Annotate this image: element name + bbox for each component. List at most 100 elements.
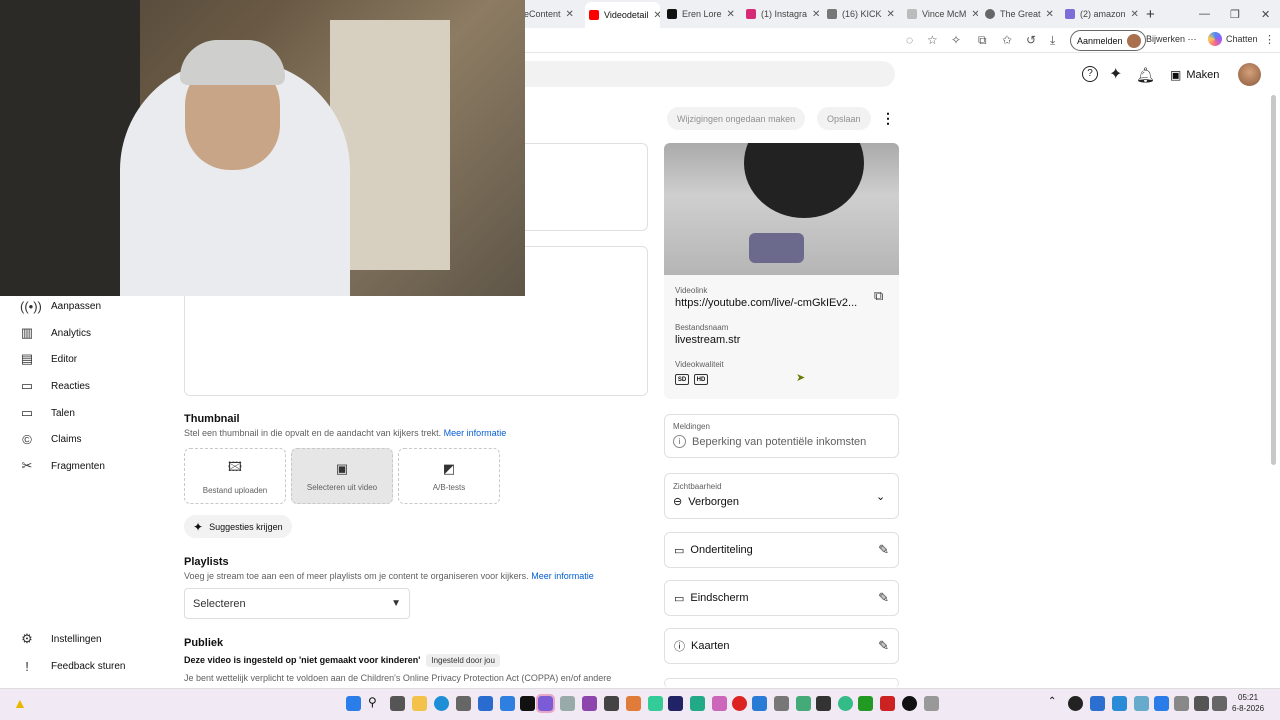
close-icon[interactable]: ✕ — [566, 9, 574, 20]
close-icon[interactable]: ✕ — [887, 9, 895, 20]
get-suggestions-button[interactable]: ✦ Suggesties krijgen — [184, 515, 292, 538]
sign-in-button[interactable]: Aanmelden — [1070, 30, 1146, 51]
kebab-menu-icon[interactable]: ⋮ — [1264, 33, 1275, 46]
more-options-icon[interactable]: ⋮ — [881, 110, 895, 127]
tab-the-great[interactable]: The Great ✕ — [981, 4, 1059, 24]
subtitles-row[interactable]: ▭ Ondertiteling ✎ — [664, 532, 899, 568]
tab-instagram[interactable]: (1) Instagra ✕ — [742, 4, 820, 24]
copy-icon[interactable]: ⧉ — [874, 288, 883, 304]
app-icon[interactable] — [774, 696, 789, 711]
save-button[interactable]: Opslaan — [817, 107, 871, 130]
chrome-icon[interactable] — [838, 696, 853, 711]
vscode-icon[interactable] — [752, 696, 767, 711]
wifi-icon[interactable] — [1194, 696, 1209, 711]
app-icon[interactable] — [500, 696, 515, 711]
notification-app-icon[interactable] — [520, 696, 535, 711]
search-input[interactable] — [500, 61, 895, 87]
thumbnail-learn-more-link[interactable]: Meer informatie — [444, 428, 507, 438]
tab-eren-lore[interactable]: Eren Lore ✕ — [663, 4, 739, 24]
edge-icon[interactable] — [434, 696, 449, 711]
account-avatar[interactable] — [1238, 63, 1261, 86]
tab-videodetail[interactable]: Videodetail ✕ — [585, 2, 660, 28]
nav-item-feedback[interactable]: ! Feedback sturen — [20, 658, 125, 674]
star-icon[interactable]: ☆ — [927, 33, 938, 47]
tray-icon[interactable] — [1134, 696, 1149, 711]
upload-file-button[interactable]: 🖾︎ Bestand uploaden — [184, 448, 286, 504]
extensions-icon[interactable]: ✧ — [951, 33, 961, 47]
minimize-icon[interactable]: — — [1195, 4, 1214, 24]
select-from-video-button[interactable]: ▣ Selecteren uit video — [291, 448, 393, 504]
warning-icon[interactable]: ▲ — [13, 695, 27, 711]
edit-icon[interactable]: ✎ — [878, 542, 889, 558]
nav-item-settings[interactable]: ⚙ Instellingen — [20, 631, 101, 647]
tab-econtent[interactable]: eContent ✕ — [520, 4, 582, 24]
task-view-icon[interactable] — [390, 696, 405, 711]
new-tab-icon[interactable]: + — [1142, 4, 1159, 24]
store-icon[interactable] — [456, 696, 471, 711]
chevron-up-icon[interactable]: ⌃ — [1048, 696, 1056, 707]
maximize-icon[interactable]: ❐ — [1226, 4, 1244, 24]
app-icon[interactable] — [924, 696, 939, 711]
window-close-icon[interactable]: ✕ — [1257, 4, 1274, 24]
microphone-icon[interactable] — [1174, 696, 1189, 711]
ab-tests-button[interactable]: ◩ A/B-tests — [398, 448, 500, 504]
create-button[interactable]: ▣ Maken — [1162, 62, 1227, 87]
close-icon[interactable]: ✕ — [812, 9, 820, 20]
nav-item-clips[interactable]: ✂ Fragmenten — [20, 458, 105, 474]
notifications-icon[interactable]: 🔔︎ — [1136, 66, 1155, 84]
update-button[interactable]: Bijwerken ⋯ — [1146, 34, 1197, 45]
close-icon[interactable]: ✕ — [727, 9, 735, 20]
app-icon[interactable] — [858, 696, 873, 711]
app-icon[interactable] — [560, 696, 575, 711]
playlist-select[interactable]: Selecteren ▼ — [184, 588, 410, 619]
system-clock[interactable]: 05:21 6-8-2026 — [1232, 692, 1264, 714]
search-icon[interactable]: ⚲ — [368, 695, 377, 709]
close-icon[interactable]: ✕ — [971, 9, 978, 20]
video-preview[interactable] — [664, 143, 899, 275]
outlook-icon[interactable] — [478, 696, 493, 711]
download-icon[interactable]: ⤓ — [1050, 33, 1055, 48]
nav-item-languages[interactable]: ▭ Talen — [20, 405, 75, 421]
volume-icon[interactable] — [1212, 696, 1227, 711]
favorites-icon[interactable]: ✩ — [1002, 33, 1012, 47]
app-icon[interactable] — [668, 696, 683, 711]
file-explorer-icon[interactable] — [412, 696, 427, 711]
nav-item-customize[interactable]: ((•)) Aanpassen — [20, 298, 101, 314]
media-icon[interactable] — [902, 696, 917, 711]
edit-icon[interactable]: ✎ — [878, 638, 889, 654]
app-icon[interactable] — [604, 696, 619, 711]
app-icon[interactable] — [582, 696, 597, 711]
nav-item-claims[interactable]: © Claims — [20, 431, 81, 447]
tray-icon[interactable] — [1090, 696, 1105, 711]
chat-button[interactable]: Chatten — [1208, 32, 1258, 46]
app-icon[interactable] — [648, 696, 663, 711]
notice-item[interactable]: i Beperking van potentiële inkomsten — [673, 435, 866, 448]
app-icon[interactable] — [816, 696, 831, 711]
chevron-down-icon[interactable]: ⌄ — [876, 490, 885, 503]
bluetooth-icon[interactable] — [1154, 696, 1169, 711]
pdf-icon[interactable] — [880, 696, 895, 711]
undo-changes-button[interactable]: Wijzigingen ongedaan maken — [667, 107, 806, 130]
history-icon[interactable]: ↺ — [1026, 33, 1036, 47]
tray-icon[interactable] — [1068, 696, 1083, 711]
nav-item-comments[interactable]: ▭ Reacties — [20, 378, 90, 394]
help-icon[interactable]: ? — [1082, 66, 1098, 82]
scrollbar[interactable] — [1271, 95, 1276, 465]
app-icon[interactable] — [626, 696, 641, 711]
tab-kick[interactable]: (16) KICK ✕ — [823, 4, 901, 24]
cards-row[interactable]: ⓘ Kaarten ✎ — [664, 628, 899, 664]
start-icon[interactable] — [346, 696, 361, 711]
opera-icon[interactable] — [732, 696, 747, 711]
close-icon[interactable]: ✕ — [1131, 9, 1139, 20]
tab-vince[interactable]: Vince McM ✕ — [903, 4, 978, 24]
endscreen-row[interactable]: ▭ Eindscherm ✎ — [664, 580, 899, 616]
close-icon[interactable]: ✕ — [653, 10, 660, 21]
eye-off-icon[interactable]: ◌ — [906, 33, 913, 47]
playlists-learn-more-link[interactable]: Meer informatie — [531, 571, 594, 581]
app-icon[interactable] — [796, 696, 811, 711]
close-icon[interactable]: ✕ — [1046, 9, 1054, 20]
app-icon[interactable] — [690, 696, 705, 711]
tab-amazon[interactable]: (2) amazon ✕ — [1061, 4, 1139, 24]
tray-icon[interactable] — [1112, 696, 1127, 711]
nav-item-analytics[interactable]: ▥ Analytics — [20, 325, 91, 341]
